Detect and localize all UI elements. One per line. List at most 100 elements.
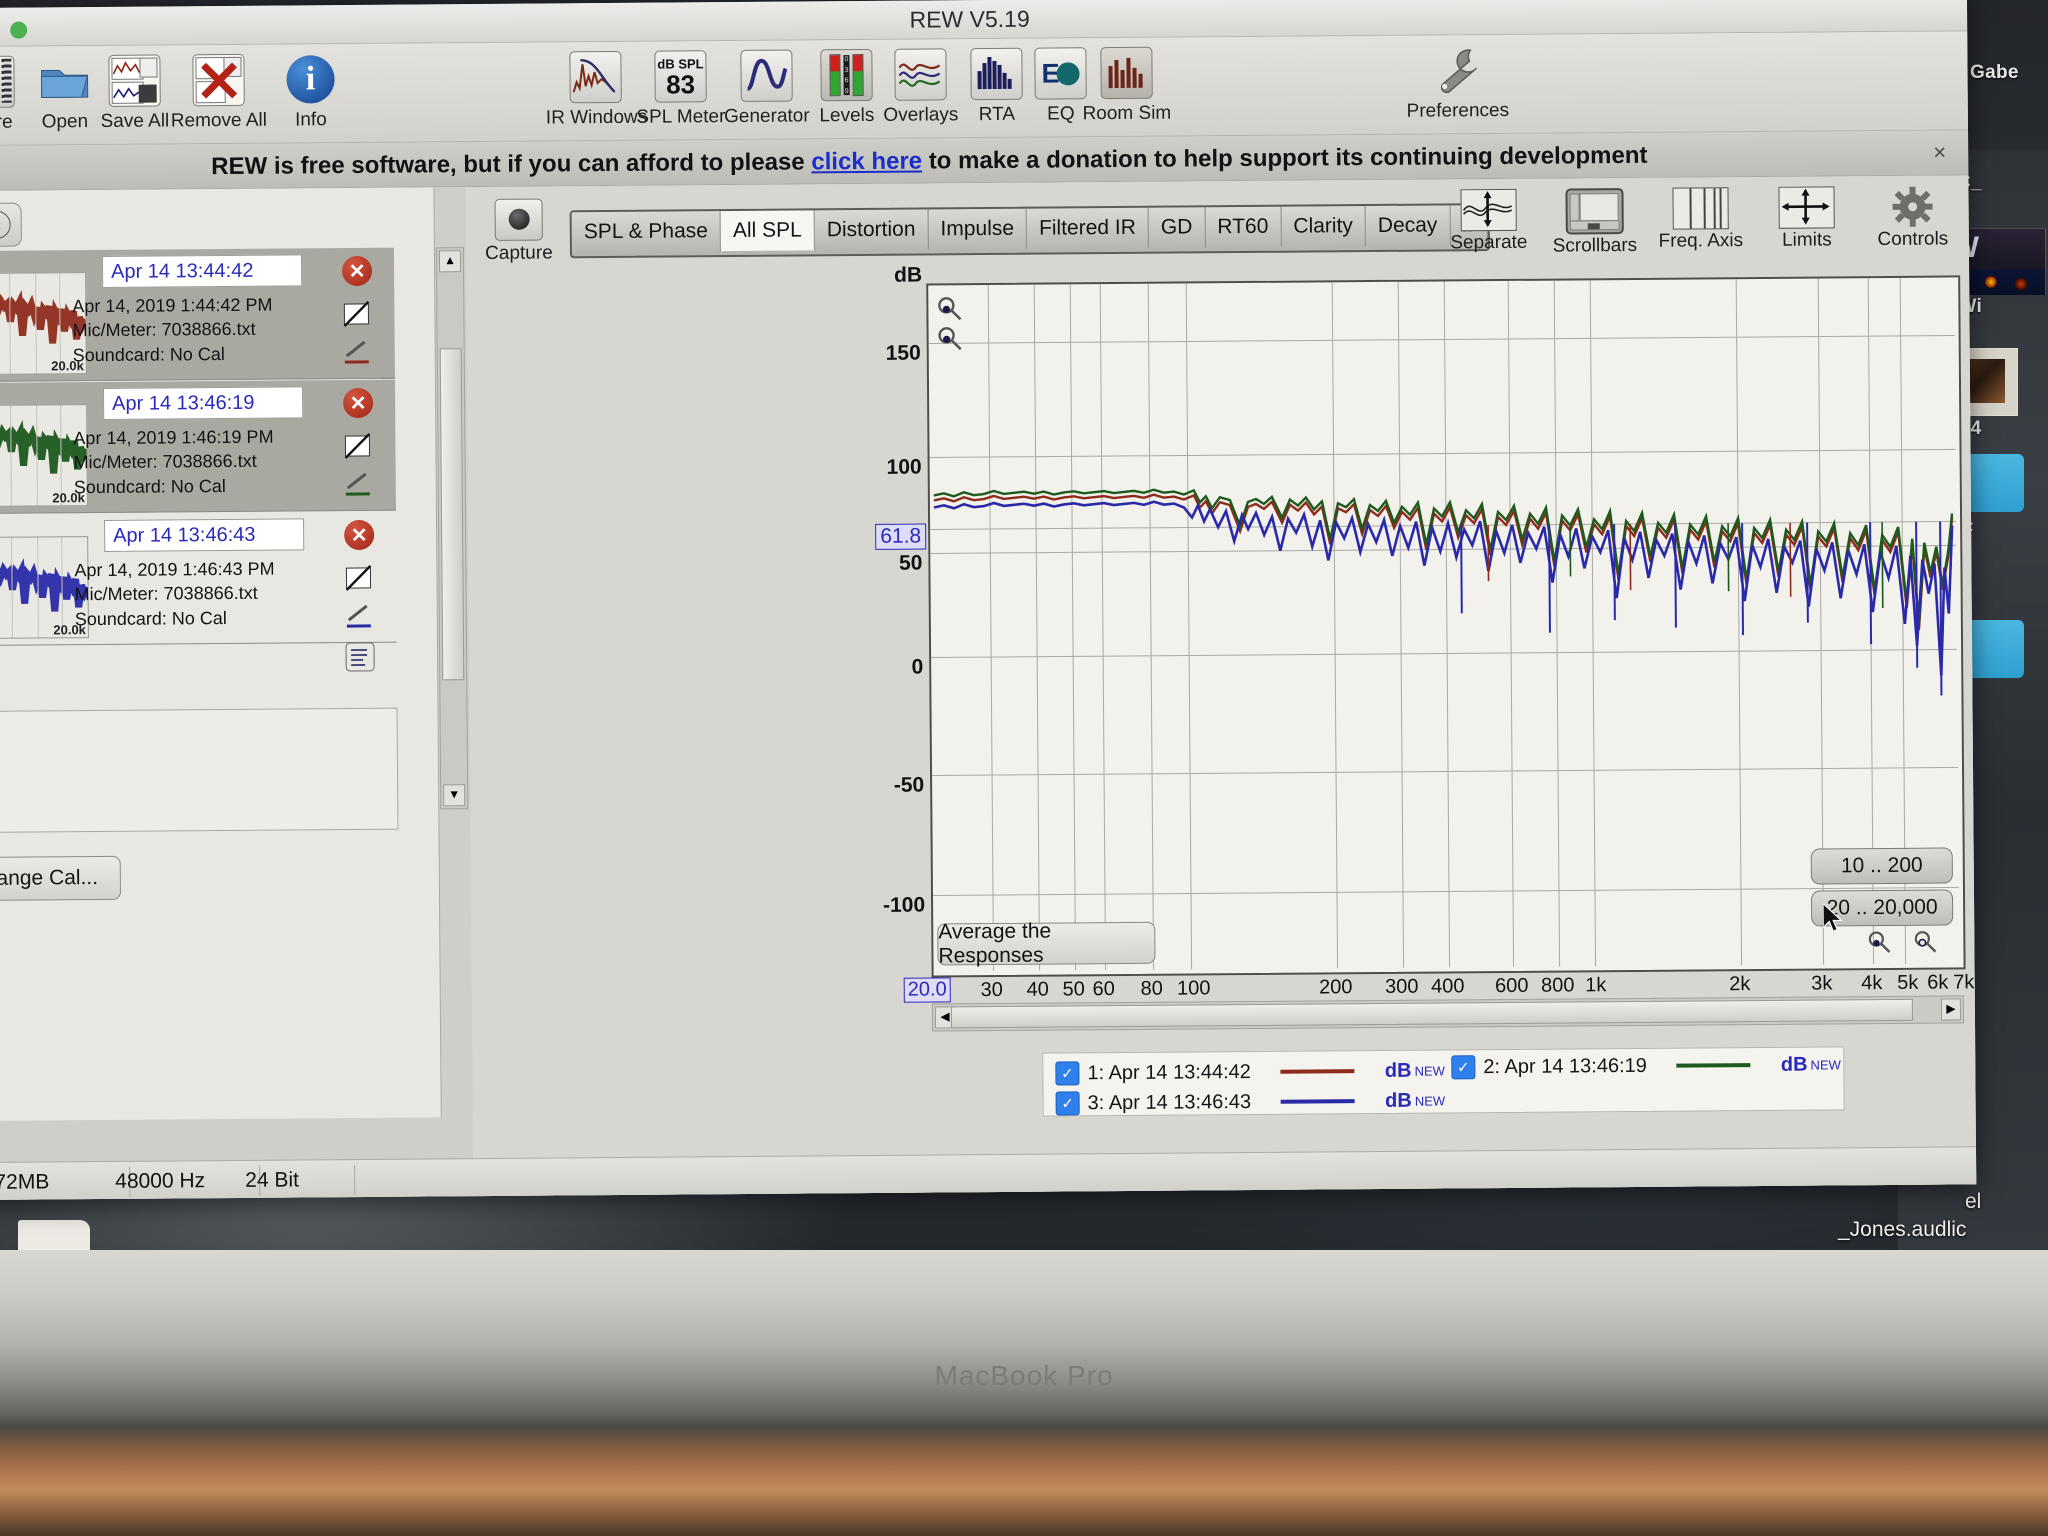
- tab-impulse[interactable]: Impulse: [928, 208, 1028, 250]
- x-tick-1k: 1k: [1585, 974, 1607, 997]
- legend-tag-3: NEW: [1414, 1092, 1446, 1109]
- x-tick-300: 300: [1384, 975, 1419, 998]
- toolbar-preferences-button[interactable]: Preferences: [1382, 41, 1533, 123]
- tab-clarity[interactable]: Clarity: [1281, 206, 1367, 247]
- average-responses-button[interactable]: Average the Responses: [937, 920, 1156, 967]
- y-tick-100: 100: [886, 455, 922, 479]
- toolbar-room-sim-label: Room Sim: [1082, 102, 1172, 125]
- x-tick-30: 30: [980, 978, 1003, 1002]
- scrollbars-button[interactable]: Scrollbars: [1548, 188, 1641, 258]
- donation-text-before: REW is free software, but if you can aff…: [211, 148, 812, 181]
- limits-zoom-out-icon[interactable]: [1867, 930, 1891, 954]
- measurement-soundcard: Soundcard: No Cal: [74, 607, 227, 629]
- tab-rt60[interactable]: RT60: [1205, 206, 1282, 248]
- tab-decay[interactable]: Decay: [1365, 205, 1451, 247]
- legend-checkbox-2[interactable]: ✓: [1451, 1055, 1476, 1080]
- measurement-color-icon[interactable]: [343, 338, 371, 366]
- measurement-color-icon[interactable]: [345, 602, 373, 630]
- donation-banner-text: REW is free software, but if you can aff…: [211, 142, 1647, 181]
- y-tick-50: 50: [898, 551, 923, 575]
- measurement-info: Apr 14, 2019 1:44:42 PM Mic/Meter: 70388…: [72, 293, 273, 367]
- tab-distortion[interactable]: Distortion: [814, 209, 929, 251]
- banner-close-icon[interactable]: ×: [1933, 139, 1946, 165]
- donation-link[interactable]: click here: [811, 148, 922, 176]
- toolbar-preferences-label: Preferences: [1406, 99, 1510, 122]
- legend-label-1: 1: Apr 14 13:44:42: [1087, 1060, 1251, 1084]
- main-toolbar: asure Open Save All Remove All i Info IR…: [0, 31, 1969, 146]
- limit-preset-10-200[interactable]: 10 .. 200: [1810, 847, 1953, 885]
- laptop-screen-photo: SHARC_ 6k_111 REW v5 m EQ Wi xtest.m4 Ad…: [0, 0, 2048, 1536]
- x-tick-100: 100: [1176, 977, 1211, 1000]
- legend-row-1[interactable]: ✓ 1: Apr 14 13:44:42 dB NEW: [1055, 1058, 1445, 1086]
- limits-button[interactable]: Limits: [1760, 186, 1853, 256]
- hscroll-thumb[interactable]: [950, 998, 1914, 1029]
- scroll-thumb[interactable]: [439, 348, 465, 681]
- controls-button[interactable]: Controls: [1866, 185, 1959, 255]
- separate-button[interactable]: Separate: [1442, 188, 1535, 259]
- x-tick-2k: 2k: [1729, 973, 1751, 996]
- measurement-item[interactable]: 20.0 20.0k Apr 14 13:46:43 Apr 14, 2019 …: [0, 511, 397, 672]
- y-cursor-value: 61.8: [875, 523, 927, 550]
- calibration-notes-box[interactable]: [0, 707, 399, 834]
- donation-text-after: to make a donation to help support its c…: [921, 141, 1648, 175]
- legend-checkbox-3[interactable]: ✓: [1055, 1091, 1080, 1116]
- chart-zoom-in-icon[interactable]: [937, 325, 963, 351]
- measurement-visibility-icon[interactable]: [344, 564, 372, 592]
- measurement-notes-icon[interactable]: [345, 642, 375, 672]
- measurement-name-field[interactable]: Apr 14 13:44:42: [101, 254, 303, 288]
- hscroll-right-arrow[interactable]: ▶: [1940, 998, 1962, 1021]
- macbook-pro-label: MacBook Pro: [934, 1360, 1114, 1391]
- measurement-color-icon[interactable]: [344, 470, 372, 498]
- x-tick-600: 600: [1494, 974, 1529, 998]
- desktop-label-gabe: Gabe: [1970, 62, 2019, 83]
- graph-panel: Capture SPL & Phase All SPL Distortion I…: [465, 175, 1977, 1200]
- tab-spl-phase[interactable]: SPL & Phase: [571, 211, 722, 253]
- measurement-item[interactable]: 20.0 20.0k Apr 14 13:46:19 Apr 14, 2019 …: [0, 379, 396, 515]
- scroll-down-arrow[interactable]: ▼: [443, 784, 466, 807]
- freq-axis-button[interactable]: Freq. Axis: [1654, 187, 1747, 257]
- chart-plot-area[interactable]: 150 100 61.8 50 0 -50 -100 Average the R…: [875, 275, 1976, 1003]
- status-bit-depth: 24 Bit: [231, 1165, 356, 1196]
- measurement-name-field[interactable]: Apr 14 13:46:19: [102, 386, 304, 420]
- legend-unit-3: dB: [1385, 1089, 1412, 1112]
- toolbar-info-button[interactable]: i Info: [260, 50, 361, 132]
- chart-zoom-out-icon[interactable]: [936, 295, 962, 321]
- y-tick-150: 150: [885, 341, 921, 365]
- freq-axis-label: Freq. Axis: [1658, 230, 1744, 252]
- chart-horizontal-scrollbar[interactable]: ◀ ▶: [931, 995, 1965, 1032]
- limits-zoom-in-icon[interactable]: [1913, 930, 1937, 954]
- remove-all-icon: [168, 51, 268, 110]
- tab-all-spl[interactable]: All SPL: [720, 210, 815, 252]
- legend-swatch-2: [1676, 1063, 1751, 1068]
- rew-application-window: REW V5.19 asure Open Save All Remove All…: [0, 0, 1977, 1200]
- measurement-item[interactable]: 20.0 20.0k Apr 14 13:44:42 Apr 14, 2019 …: [0, 247, 395, 383]
- x-tick-400: 400: [1430, 975, 1465, 998]
- tab-filtered-ir[interactable]: Filtered IR: [1026, 207, 1150, 249]
- legend-unit-2: dB: [1780, 1053, 1808, 1076]
- info-icon: i: [260, 50, 360, 109]
- spl-meter-value: 83: [666, 68, 696, 100]
- measurement-delete-icon[interactable]: ✕: [342, 387, 374, 419]
- collapse-sidebar-button[interactable]: llapse «: [0, 202, 22, 248]
- legend-label-2: 2: Apr 14 13:46:19: [1483, 1054, 1647, 1078]
- toolbar-remove-all-button[interactable]: Remove All: [168, 51, 269, 133]
- measurement-delete-icon[interactable]: ✕: [341, 255, 373, 287]
- chart-canvas[interactable]: Average the Responses 10 .. 200 20 .. 20…: [926, 275, 1966, 978]
- laptop-bezel: [0, 1250, 2048, 1536]
- legend-row-2[interactable]: ✓ 2: Apr 14 13:46:19 dB NEW: [1451, 1052, 1841, 1080]
- x-tick-40: 40: [1026, 978, 1049, 1001]
- legend-swatch-3: [1281, 1099, 1356, 1104]
- measurement-delete-icon[interactable]: ✕: [344, 519, 375, 551]
- sidebar-vertical-scrollbar[interactable]: ▲ ▼: [435, 247, 469, 810]
- measurement-name-field[interactable]: Apr 14 13:46:43: [104, 518, 305, 552]
- measurement-visibility-icon[interactable]: [343, 432, 371, 460]
- legend-row-3[interactable]: ✓ 3: Apr 14 13:46:43 dB NEW: [1055, 1088, 1446, 1116]
- tab-gd[interactable]: GD: [1148, 207, 1206, 248]
- change-cal-button[interactable]: Change Cal...: [0, 855, 122, 902]
- measurement-visibility-icon[interactable]: [342, 300, 370, 328]
- measurement-soundcard: Soundcard: No Cal: [73, 475, 226, 497]
- scroll-up-arrow[interactable]: ▲: [438, 250, 462, 273]
- legend-checkbox-1[interactable]: ✓: [1055, 1061, 1080, 1086]
- toolbar-room-sim-button[interactable]: Room Sim: [1076, 44, 1177, 126]
- capture-button[interactable]: Capture: [476, 198, 563, 265]
